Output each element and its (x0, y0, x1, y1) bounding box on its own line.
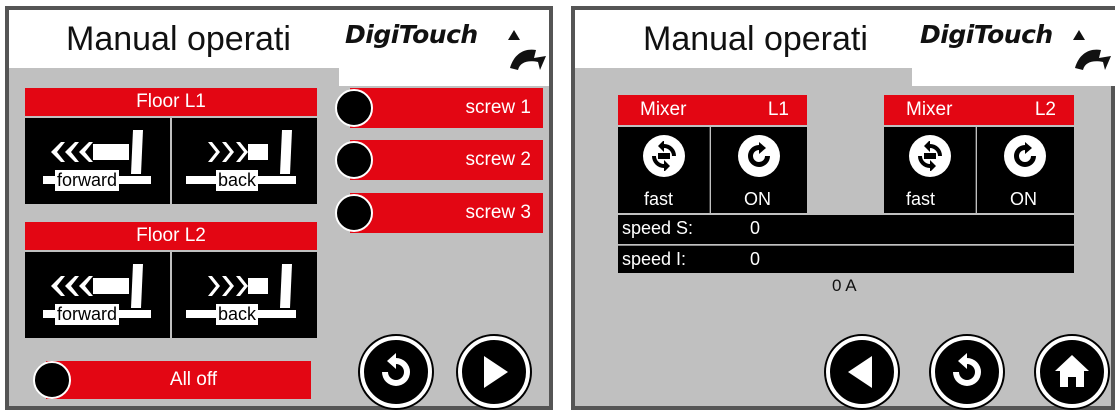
mixer-l2-level: L2 (1034, 99, 1056, 120)
rotate-icon (1014, 142, 1036, 167)
floor-l2-forward-label: forward (55, 304, 120, 325)
undo-icon (953, 353, 981, 386)
screw-1-label: screw 1 (465, 97, 531, 118)
fast-rotation-icon (652, 141, 676, 171)
screw-3-toggle[interactable]: screw 3 (350, 193, 543, 233)
mixer-l2-state-button[interactable]: ON (977, 127, 1074, 213)
mixer-l1-fast-label: fast (644, 189, 674, 209)
undo-button[interactable] (360, 336, 432, 408)
screw-2-label: screw 2 (465, 149, 531, 170)
screw-3-knob[interactable] (335, 194, 373, 232)
floor-l1-label: Floor L1 (25, 88, 317, 116)
floor-l1-forward-button[interactable]: forward (25, 118, 170, 204)
mixer-l1-on-icon-circle (738, 135, 780, 177)
logo-swoosh-icon (1073, 30, 1111, 70)
floor-l2-label: Floor L2 (25, 222, 317, 250)
home-icon (1055, 355, 1089, 387)
speed-s-label: speed S: (622, 218, 694, 238)
floor-l2-back-button[interactable]: back (172, 252, 317, 338)
page-title: Manual operati (643, 20, 868, 58)
floor-l2-forward-button[interactable]: forward (25, 252, 170, 338)
screw-1-toggle[interactable]: screw 1 (350, 88, 543, 128)
screw-2-knob[interactable] (335, 141, 373, 179)
speed-i-label: speed I: (622, 249, 687, 269)
speed-s-value: 0 (750, 218, 761, 238)
floor-l1-forward-label: forward (55, 170, 120, 191)
speed-i-row: speed I: 0 (618, 245, 1074, 273)
mixer-l1-header: Mixer L1 (618, 95, 807, 125)
all-off-toggle[interactable]: All off (46, 361, 311, 399)
mixer-l1-name: Mixer (640, 99, 687, 120)
mixer-l2-on-icon-circle (1004, 135, 1046, 177)
current-readout: 0 A (832, 276, 857, 295)
screw-3-label: screw 3 (465, 202, 531, 223)
back-icon (848, 356, 872, 388)
fast-rotation-icon (918, 141, 942, 171)
speed-s-row: speed S: 0 (618, 215, 1074, 244)
mixer-l1-speed-button[interactable]: fast (618, 127, 710, 213)
mixer-l2-header: Mixer L2 (884, 95, 1074, 125)
brand-logo: DigiTouch (920, 20, 1053, 49)
floor-l2-back-label: back (216, 304, 259, 325)
mixer-l2-speed-button[interactable]: fast (884, 127, 976, 213)
back-button[interactable] (826, 336, 898, 408)
mixer-l2-fast-icon-circle (909, 135, 951, 177)
mixer-l2-fast-label: fast (906, 189, 936, 209)
play-button[interactable] (458, 336, 530, 408)
mixer-l1-level: L1 (767, 99, 789, 120)
all-off-knob[interactable] (33, 361, 71, 399)
brand-logo: DigiTouch (345, 20, 478, 49)
mixer-l1-fast-icon-circle (643, 135, 685, 177)
undo-button[interactable] (931, 336, 1003, 408)
undo-icon (382, 353, 410, 386)
logo-swoosh-icon (508, 30, 546, 70)
floor-l1-back-button[interactable]: back (172, 118, 317, 204)
mixer-l1-on-label: ON (744, 189, 771, 209)
floor-l1-back-label: back (216, 170, 259, 191)
mixer-l1-state-button[interactable]: ON (711, 127, 807, 213)
screw-1-knob[interactable] (335, 89, 373, 127)
mixer-l2-name: Mixer (906, 99, 953, 120)
home-button[interactable] (1036, 336, 1108, 408)
page-title: Manual operati (66, 20, 291, 58)
rotate-icon (748, 142, 770, 167)
speed-i-value: 0 (750, 249, 761, 269)
screw-2-toggle[interactable]: screw 2 (350, 140, 543, 180)
all-off-label: All off (169, 369, 218, 390)
mixer-l2-on-label: ON (1010, 189, 1037, 209)
play-icon (484, 356, 508, 388)
